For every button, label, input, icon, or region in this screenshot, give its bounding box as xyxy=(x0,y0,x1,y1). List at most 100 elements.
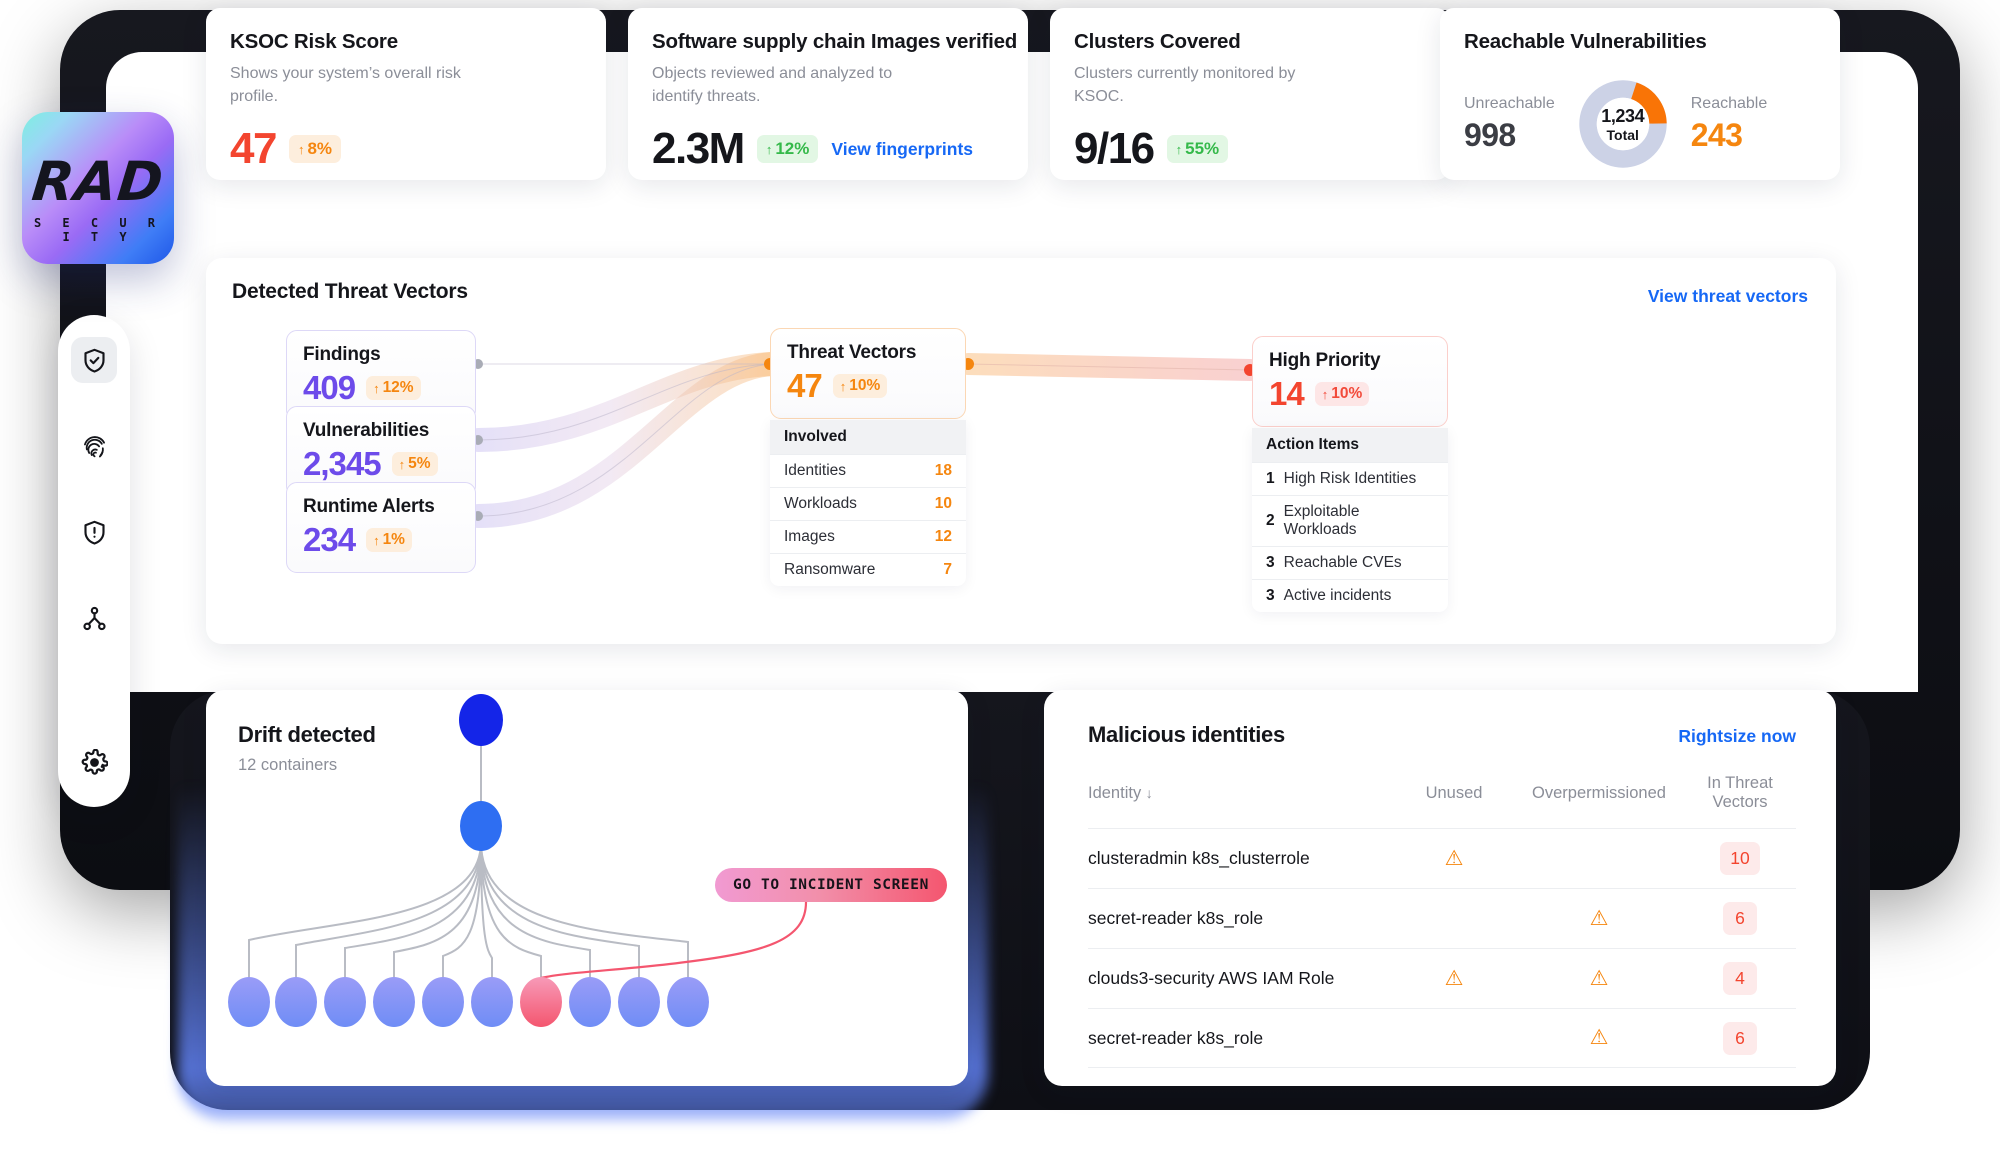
rightsize-now-link[interactable]: Rightsize now xyxy=(1678,726,1796,747)
threat-vector-count-badge: 6 xyxy=(1723,902,1757,935)
node-delta-value: 10% xyxy=(1331,385,1362,403)
cell-identity: secret-reader k8s_role xyxy=(1088,908,1394,929)
action-item-row[interactable]: 2 Exploitable Workloads xyxy=(1252,495,1448,546)
cell-threat-vectors: 6 xyxy=(1684,902,1796,935)
action-item-row[interactable]: 3 Active incidents xyxy=(1252,579,1448,612)
kpi-title: Software supply chain Images verified xyxy=(652,30,1004,54)
node-threat-vectors[interactable]: Threat Vectors 47 ↑10% xyxy=(770,328,966,419)
node-label: Vulnerabilities xyxy=(303,420,459,442)
node-label: Threat Vectors xyxy=(787,342,949,364)
view-fingerprints-link[interactable]: View fingerprints xyxy=(831,139,973,160)
involved-row[interactable]: Workloads 10 xyxy=(770,487,966,520)
column-header-overpermissioned[interactable]: Overpermissioned xyxy=(1514,784,1684,803)
node-value-row: 14 ↑10% xyxy=(1269,377,1431,412)
kpi-delta-badge: ↑8% xyxy=(289,135,341,163)
malicious-identities-panel: Malicious identities Rightsize now Ident… xyxy=(1044,690,1836,1086)
action-item-index: 1 xyxy=(1266,470,1275,488)
node-value: 409 xyxy=(303,371,355,406)
node-delta-badge: ↑12% xyxy=(366,376,421,400)
unreachable-label: Unreachable xyxy=(1464,95,1555,113)
node-value-row: 2,345 ↑5% xyxy=(303,447,459,482)
shield-alert-icon xyxy=(81,519,108,546)
arrow-up-icon: ↑ xyxy=(1176,142,1183,157)
arrow-up-icon: ↑ xyxy=(399,457,406,472)
involved-label: Workloads xyxy=(784,495,857,513)
kpi-delta-badge: ↑12% xyxy=(757,135,819,163)
kpi-subtitle: Clusters currently monitored by KSOC. xyxy=(1074,63,1324,108)
node-delta-badge: ↑10% xyxy=(1315,382,1370,406)
action-item-label: Reachable CVEs xyxy=(1284,554,1402,572)
column-label: Identity xyxy=(1088,784,1141,802)
donut-total-value: 1,234 xyxy=(1601,106,1644,127)
donut-center-label: 1,234 Total xyxy=(1577,78,1669,170)
node-label: Runtime Alerts xyxy=(303,496,459,518)
kpi-value: 9/16 xyxy=(1074,127,1154,171)
sidebar-item-posture[interactable] xyxy=(71,337,117,383)
node-high-priority[interactable]: High Priority 14 ↑10% xyxy=(1252,336,1448,427)
cell-threat-vectors: 4 xyxy=(1684,962,1796,995)
warning-triangle-icon: ⚠ xyxy=(1445,848,1464,869)
action-items-list: Action Items 1 High Risk Identities 2 Ex… xyxy=(1252,428,1448,612)
rad-security-logo: RAD S E C U R I T Y xyxy=(22,112,174,264)
cell-identity: secret-reader k8s_role xyxy=(1088,1028,1394,1049)
reachable-value: 243 xyxy=(1691,117,1768,154)
kpi-value: 47 xyxy=(230,127,276,171)
sidebar-item-settings[interactable] xyxy=(71,739,117,785)
action-item-row[interactable]: 1 High Risk Identities xyxy=(1252,462,1448,495)
warning-triangle-icon: ⚠ xyxy=(1590,908,1609,929)
threat-vector-count-badge: 4 xyxy=(1723,962,1757,995)
action-item-index: 3 xyxy=(1266,587,1275,605)
involved-row[interactable]: Ransomware 7 xyxy=(770,553,966,586)
node-runtime-alerts[interactable]: Runtime Alerts 234 ↑1% xyxy=(286,482,476,573)
sidebar-item-topology[interactable] xyxy=(71,595,117,641)
node-value: 47 xyxy=(787,369,822,404)
warning-triangle-icon: ⚠ xyxy=(1445,968,1464,989)
fingerprint-icon xyxy=(81,433,108,460)
arrow-up-icon: ↑ xyxy=(1322,387,1329,402)
cell-unused: ⚠ xyxy=(1394,848,1514,870)
node-delta-badge: ↑5% xyxy=(392,452,438,476)
involved-list: Involved Identities 18 Workloads 10 Imag… xyxy=(770,420,966,586)
warning-triangle-icon: ⚠ xyxy=(1590,1027,1609,1048)
involved-row[interactable]: Images 12 xyxy=(770,520,966,553)
cell-overpermissioned: ⚠ xyxy=(1514,908,1684,930)
node-label: High Priority xyxy=(1269,350,1431,372)
cell-threat-vectors: 10 xyxy=(1684,842,1796,875)
donut-chart: 1,234 Total xyxy=(1577,78,1669,170)
involved-value: 12 xyxy=(935,528,952,546)
sort-descending-icon: ↓ xyxy=(1146,785,1153,801)
kpi-delta-value: 12% xyxy=(775,139,809,159)
node-value: 234 xyxy=(303,523,355,558)
table-row[interactable]: secret-reader k8s_role ⚠ 6 xyxy=(1088,888,1796,948)
sidebar-item-fingerprints[interactable] xyxy=(71,423,117,469)
table-row[interactable]: secret-reader k8s_role ⚠ 6 xyxy=(1088,1008,1796,1068)
unreachable-stat: Unreachable 998 xyxy=(1464,95,1555,154)
kpi-value-row: 9/16 ↑55% xyxy=(1074,127,1426,171)
table-row[interactable]: clusteradmin k8s_clusterrole ⚠ 10 xyxy=(1088,828,1796,888)
detected-threat-vectors-panel: Detected Threat Vectors View threat vect… xyxy=(206,258,1836,644)
node-value-row: 234 ↑1% xyxy=(303,523,459,558)
involved-value: 7 xyxy=(943,561,952,579)
column-header-identity[interactable]: Identity ↓ xyxy=(1088,784,1394,803)
malicious-identities-table: Identity ↓ Unused Overpermissioned In Th… xyxy=(1088,774,1796,1068)
table-row[interactable]: clouds3-security AWS IAM Role ⚠ ⚠ 4 xyxy=(1088,948,1796,1008)
action-item-index: 3 xyxy=(1266,554,1275,572)
column-header-in-threat-vectors[interactable]: In Threat Vectors xyxy=(1684,774,1796,812)
kpi-title: KSOC Risk Score xyxy=(230,30,582,54)
kpi-delta-badge: ↑55% xyxy=(1167,135,1229,163)
action-item-label: High Risk Identities xyxy=(1284,470,1417,488)
arrow-up-icon: ↑ xyxy=(298,142,305,157)
action-item-index: 2 xyxy=(1266,512,1275,530)
action-item-row[interactable]: 3 Reachable CVEs xyxy=(1252,546,1448,579)
arrow-up-icon: ↑ xyxy=(373,533,380,548)
node-delta-badge: ↑10% xyxy=(833,374,888,398)
involved-row[interactable]: Identities 18 xyxy=(770,454,966,487)
node-value: 2,345 xyxy=(303,447,381,482)
sidebar-item-alerts[interactable] xyxy=(71,509,117,555)
column-header-unused[interactable]: Unused xyxy=(1394,784,1514,803)
cell-unused: ⚠ xyxy=(1394,968,1514,990)
threat-vector-count-badge: 6 xyxy=(1723,1022,1757,1055)
shield-check-icon xyxy=(81,347,108,374)
go-to-incident-screen-chip[interactable]: GO TO INCIDENT SCREEN xyxy=(715,868,947,902)
node-label: Findings xyxy=(303,344,459,366)
